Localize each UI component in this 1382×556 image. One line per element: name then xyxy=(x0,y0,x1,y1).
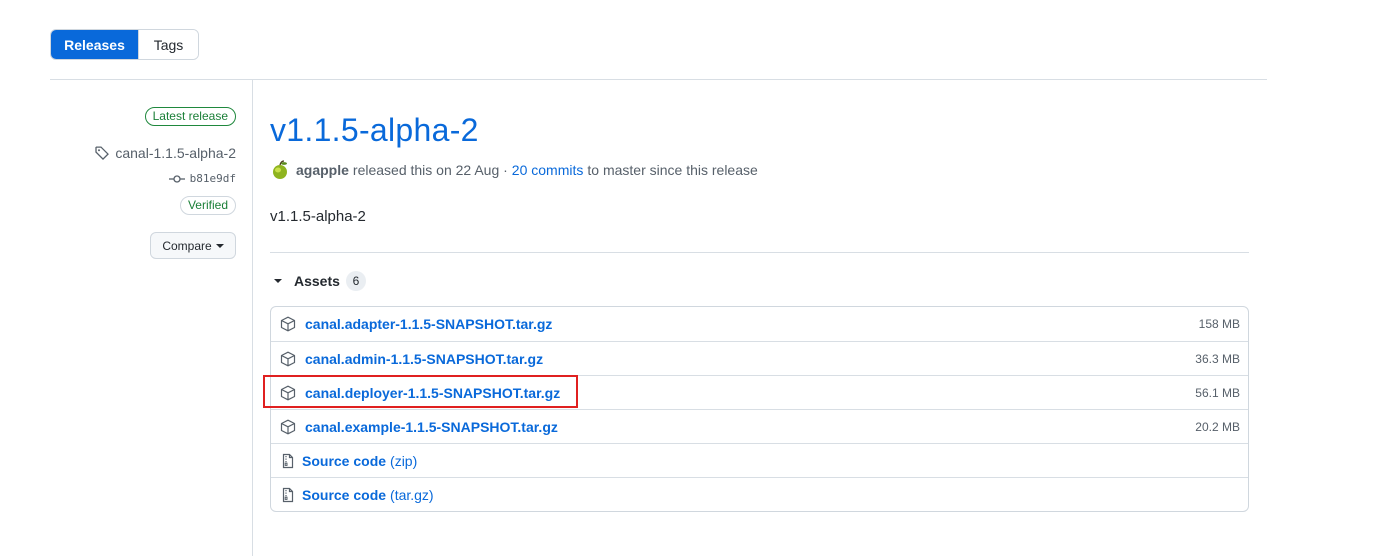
source-zip-link[interactable]: Source code (zip) xyxy=(302,453,417,469)
tab-tags[interactable]: Tags xyxy=(138,30,198,59)
commit-icon xyxy=(168,174,185,183)
file-zip-icon xyxy=(282,453,294,468)
sidebar-divider xyxy=(252,80,253,556)
source-label: Source code xyxy=(302,452,387,469)
asset-row: canal.admin-1.1.5-SNAPSHOT.tar.gz 36.3 M… xyxy=(271,341,1248,375)
assets-label: Assets xyxy=(294,273,340,289)
asset-row: canal.deployer-1.1.5-SNAPSHOT.tar.gz 56.… xyxy=(271,375,1248,409)
asset-size: 36.3 MB xyxy=(1195,351,1240,366)
asset-size: 56.1 MB xyxy=(1195,385,1240,400)
package-icon xyxy=(280,316,296,332)
tag-name: canal-1.1.5-alpha-2 xyxy=(115,145,236,161)
asset-row: canal.adapter-1.1.5-SNAPSHOT.tar.gz 158 … xyxy=(271,307,1248,341)
asset-link[interactable]: canal.example-1.1.5-SNAPSHOT.tar.gz xyxy=(305,419,558,435)
source-ext: (tar.gz) xyxy=(390,486,434,503)
caret-down-icon xyxy=(274,279,282,283)
file-zip-icon xyxy=(282,487,294,502)
assets-toggle[interactable]: Assets 6 xyxy=(270,271,366,291)
commits-link[interactable]: 20 commits xyxy=(512,162,584,178)
released-text: released this on 22 Aug · xyxy=(352,162,508,178)
compare-label: Compare xyxy=(162,238,212,253)
release-body: v1.1.5-alpha-2 xyxy=(270,208,366,225)
source-label: Source code xyxy=(302,486,387,503)
commit-link[interactable]: b81e9df xyxy=(168,172,236,185)
source-targz-link[interactable]: Source code (tar.gz) xyxy=(302,487,434,503)
asset-row: canal.example-1.1.5-SNAPSHOT.tar.gz 20.2… xyxy=(271,409,1248,443)
author-link[interactable]: agapple xyxy=(296,162,349,178)
asset-row: Source code (tar.gz) xyxy=(271,477,1248,511)
release-meta: agapple released this on 22 Aug · 20 com… xyxy=(270,160,758,180)
package-icon xyxy=(280,351,296,366)
release-tabs: Releases Tags xyxy=(50,29,199,60)
assets-count: 6 xyxy=(345,271,366,291)
caret-down-icon xyxy=(215,243,224,248)
top-divider xyxy=(50,79,1267,80)
avatar-apple-icon[interactable] xyxy=(270,160,290,180)
verified-badge[interactable]: Verified xyxy=(179,196,236,215)
source-ext: (zip) xyxy=(390,452,418,469)
package-icon xyxy=(280,419,296,434)
release-title[interactable]: v1.1.5-alpha-2 xyxy=(270,112,479,149)
tag-link[interactable]: canal-1.1.5-alpha-2 xyxy=(94,145,236,161)
asset-size: 158 MB xyxy=(1198,317,1240,331)
latest-release-badge: Latest release xyxy=(144,107,236,126)
asset-row: Source code (zip) xyxy=(271,443,1248,477)
asset-list: canal.adapter-1.1.5-SNAPSHOT.tar.gz 158 … xyxy=(270,306,1249,512)
tab-releases[interactable]: Releases xyxy=(51,30,138,59)
tag-icon xyxy=(95,146,110,161)
commit-sha: b81e9df xyxy=(189,172,236,185)
compare-button[interactable]: Compare xyxy=(150,232,236,259)
since-text: to master since this release xyxy=(587,162,758,178)
asset-link[interactable]: canal.admin-1.1.5-SNAPSHOT.tar.gz xyxy=(305,351,543,367)
asset-link[interactable]: canal.adapter-1.1.5-SNAPSHOT.tar.gz xyxy=(305,316,552,332)
asset-size: 20.2 MB xyxy=(1195,419,1240,434)
body-divider xyxy=(270,252,1249,253)
package-icon xyxy=(280,385,296,400)
asset-link[interactable]: canal.deployer-1.1.5-SNAPSHOT.tar.gz xyxy=(305,385,560,401)
